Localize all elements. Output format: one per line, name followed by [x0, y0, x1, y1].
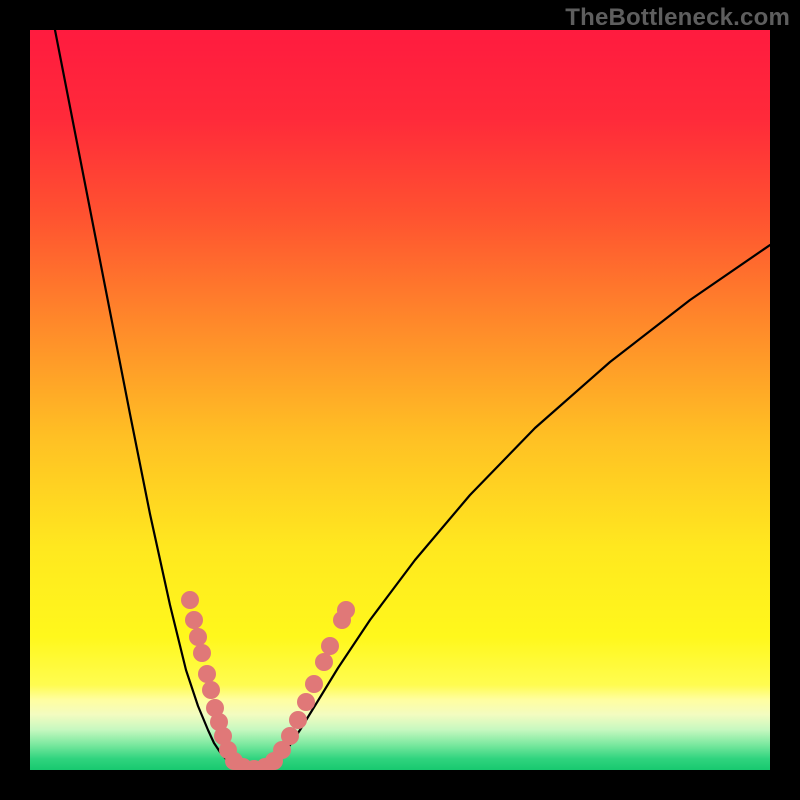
- marker-dot: [181, 591, 199, 609]
- marker-dot: [305, 675, 323, 693]
- marker-dot: [198, 665, 216, 683]
- marker-dot: [337, 601, 355, 619]
- marker-dot: [315, 653, 333, 671]
- marker-dot: [189, 628, 207, 646]
- plot-frame: [30, 30, 770, 770]
- marker-dot: [185, 611, 203, 629]
- series-left-arm: [55, 30, 240, 767]
- marker-dot: [193, 644, 211, 662]
- marker-dot: [321, 637, 339, 655]
- marker-dot: [281, 727, 299, 745]
- series-right-arm: [270, 245, 770, 767]
- marker-dot: [289, 711, 307, 729]
- marker-dot: [202, 681, 220, 699]
- watermark-text: TheBottleneck.com: [565, 4, 790, 32]
- marker-dot: [297, 693, 315, 711]
- curve-layer: [30, 30, 770, 770]
